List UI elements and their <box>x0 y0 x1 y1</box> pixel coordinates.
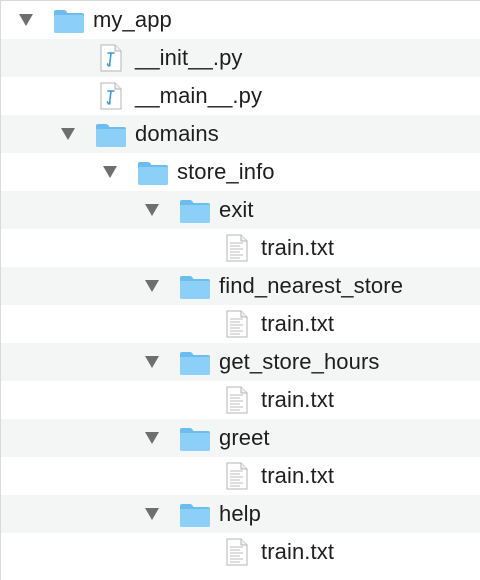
tree-row-file[interactable]: train.txt <box>1 457 480 495</box>
tree-row-folder[interactable]: my_app <box>1 1 480 39</box>
triangle-down-icon[interactable] <box>143 203 161 217</box>
triangle-down-icon[interactable] <box>143 355 161 369</box>
tree-item-label: find_nearest_store <box>219 273 404 298</box>
tree-item-label: my_app <box>93 7 172 32</box>
tree-row-folder[interactable]: exit <box>1 191 480 229</box>
tree-item-label: help <box>219 501 261 526</box>
tree-item-label: train.txt <box>261 387 335 412</box>
triangle-down-icon[interactable] <box>143 279 161 293</box>
folder-icon <box>179 274 211 305</box>
text-file-icon <box>225 462 249 495</box>
triangle-down-icon[interactable] <box>101 165 119 179</box>
folder-icon <box>179 350 211 381</box>
tree-row-file[interactable]: train.txt <box>1 533 480 571</box>
tree-row-file[interactable]: __main__.py <box>1 77 480 115</box>
tree-item-label: greet <box>219 425 270 450</box>
python-file-icon <box>99 44 123 77</box>
tree-item-label: train.txt <box>261 539 335 564</box>
folder-icon <box>179 426 211 457</box>
tree-item-label: __init__.py <box>135 45 243 70</box>
text-file-icon <box>225 386 249 419</box>
tree-row-folder[interactable]: store_info <box>1 153 480 191</box>
folder-icon <box>179 198 211 229</box>
text-file-icon <box>225 538 249 571</box>
tree-item-label: __main__.py <box>135 83 263 108</box>
tree-row-file[interactable]: __init__.py <box>1 39 480 77</box>
tree-row-folder[interactable]: greet <box>1 419 480 457</box>
file-tree: my_app __init__.py __main__.pydomains store… <box>0 0 480 580</box>
tree-row-folder[interactable]: domains <box>1 115 480 153</box>
tree-item-label: exit <box>219 197 254 222</box>
folder-icon <box>137 160 169 191</box>
tree-item-label: get_store_hours <box>219 349 380 374</box>
text-file-icon <box>225 310 249 343</box>
tree-item-label: train.txt <box>261 463 335 488</box>
triangle-down-icon[interactable] <box>143 431 161 445</box>
triangle-down-icon[interactable] <box>143 507 161 521</box>
triangle-down-icon[interactable] <box>59 127 77 141</box>
tree-row-file[interactable]: train.txt <box>1 381 480 419</box>
folder-icon <box>53 8 85 39</box>
tree-row-file[interactable]: train.txt <box>1 229 480 267</box>
folder-icon <box>95 122 127 153</box>
tree-row-folder[interactable]: find_nearest_store <box>1 267 480 305</box>
tree-item-label: train.txt <box>261 235 335 260</box>
tree-row-file[interactable]: train.txt <box>1 305 480 343</box>
tree-item-label: domains <box>135 121 219 146</box>
tree-row-folder[interactable]: get_store_hours <box>1 343 480 381</box>
tree-row-folder[interactable]: help <box>1 495 480 533</box>
folder-icon <box>179 502 211 533</box>
tree-item-label: store_info <box>177 159 275 184</box>
text-file-icon <box>225 234 249 267</box>
triangle-down-icon[interactable] <box>17 13 35 27</box>
tree-item-label: train.txt <box>261 311 335 336</box>
python-file-icon <box>99 82 123 115</box>
